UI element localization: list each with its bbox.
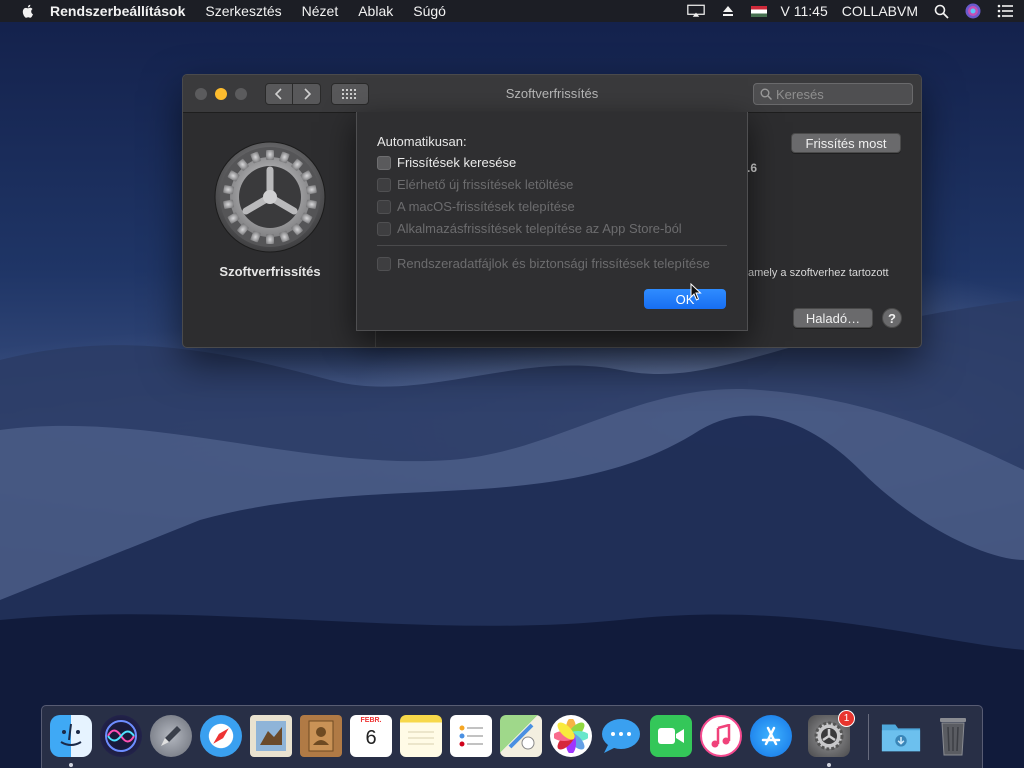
install-macos-updates-checkbox xyxy=(377,199,391,214)
menu-help[interactable]: Súgó xyxy=(413,3,446,19)
messages-icon[interactable] xyxy=(600,715,642,757)
notes-icon[interactable] xyxy=(400,715,442,757)
zoom-window-button[interactable] xyxy=(235,87,247,100)
facetime-icon[interactable] xyxy=(650,715,692,757)
option-label: Frissítések keresése xyxy=(397,155,517,170)
reminders-icon[interactable] xyxy=(450,715,492,757)
show-all-button[interactable] xyxy=(331,82,369,105)
mail-icon[interactable] xyxy=(250,715,292,757)
calendar-day: 6 xyxy=(365,727,377,749)
navigation-buttons xyxy=(265,82,321,105)
menu-window[interactable]: Ablak xyxy=(358,3,393,19)
chevron-right-icon xyxy=(303,87,311,100)
menu-clock[interactable]: V 11:45 xyxy=(781,3,828,19)
ok-button[interactable]: OK xyxy=(644,289,726,309)
eject-icon[interactable] xyxy=(719,3,737,19)
calendar-month: FEBR. xyxy=(360,717,382,724)
safari-icon[interactable] xyxy=(200,715,242,757)
info-text-fragment: amely a szoftverhez tartozott xyxy=(748,267,889,279)
menu-app-name[interactable]: Rendszerbeállítások xyxy=(50,3,185,19)
option-label: Elérhető új frissítések letöltése xyxy=(397,177,574,192)
menu-view[interactable]: Nézet xyxy=(302,3,339,19)
pane-sidebar: Szoftverfrissítés xyxy=(183,114,357,347)
sheet-separator xyxy=(377,245,727,246)
option-label: A macOS-frissítések telepítése xyxy=(397,199,575,214)
download-updates-checkbox xyxy=(377,177,391,192)
window-controls xyxy=(195,87,247,100)
app-store-icon[interactable] xyxy=(750,715,792,757)
back-button[interactable] xyxy=(265,82,293,105)
launchpad-icon[interactable] xyxy=(150,715,192,757)
forward-button[interactable] xyxy=(293,82,321,105)
finder-icon[interactable] xyxy=(50,715,92,757)
itunes-icon[interactable] xyxy=(700,715,742,757)
pane-title: Szoftverfrissítés xyxy=(219,264,321,279)
siri-icon[interactable] xyxy=(100,715,142,757)
install-macos-updates-option: A macOS-frissítések telepítése xyxy=(377,199,575,214)
check-for-updates-option[interactable]: Frissítések keresése xyxy=(377,155,516,170)
input-source-flag-icon[interactable] xyxy=(750,5,767,17)
check-for-updates-checkbox[interactable] xyxy=(377,155,391,170)
notification-center-icon[interactable] xyxy=(996,3,1014,19)
mouse-pointer-icon xyxy=(690,283,702,301)
menu-edit[interactable]: Szerkesztés xyxy=(205,3,281,19)
update-now-button[interactable]: Frissítés most xyxy=(791,133,901,153)
airplay-display-icon[interactable] xyxy=(686,3,705,19)
maps-icon[interactable] xyxy=(500,715,542,757)
system-preferences-icon[interactable]: 1 xyxy=(808,710,855,757)
calendar-icon[interactable]: FEBR. 6 xyxy=(350,715,392,757)
pane-divider xyxy=(375,330,376,347)
install-security-updates-checkbox xyxy=(377,256,391,271)
search-field[interactable] xyxy=(753,83,913,105)
running-indicator xyxy=(69,763,73,767)
downloads-folder-icon[interactable] xyxy=(880,715,922,757)
minimize-window-button[interactable] xyxy=(215,87,227,100)
advanced-button[interactable]: Haladó… xyxy=(793,308,873,328)
menu-bar: Rendszerbeállítások Szerkesztés Nézet Ab… xyxy=(0,0,1024,22)
install-app-updates-option: Alkalmazásfrissítések telepítése az App … xyxy=(377,221,682,236)
search-icon xyxy=(760,88,772,100)
contacts-icon[interactable] xyxy=(300,715,342,757)
version-text-fragment: .6 xyxy=(747,161,758,175)
running-indicator xyxy=(827,763,831,767)
grid-icon xyxy=(342,88,356,99)
install-app-updates-checkbox xyxy=(377,221,391,236)
dock-separator xyxy=(868,714,869,760)
dock: FEBR. 6 1 xyxy=(41,705,983,768)
option-label: Rendszeradatfájlok és biztonsági frissít… xyxy=(397,256,710,271)
help-button[interactable]: ? xyxy=(882,308,902,328)
download-updates-option: Elérhető új frissítések letöltése xyxy=(377,177,573,192)
menu-user[interactable]: COLLABVM xyxy=(842,3,918,19)
siri-menu-icon[interactable] xyxy=(964,3,982,19)
install-security-updates-option: Rendszeradatfájlok és biztonsági frissít… xyxy=(377,256,710,271)
sheet-heading: Automatikusan: xyxy=(377,134,467,149)
notification-badge: 1 xyxy=(838,710,855,727)
apple-menu-icon[interactable] xyxy=(20,3,36,19)
window-titlebar[interactable]: Szoftverfrissítés xyxy=(183,75,921,113)
menu-extras: V 11:45 COLLABVM xyxy=(686,3,1014,19)
chevron-left-icon xyxy=(275,87,282,100)
option-label: Alkalmazásfrissítések telepítése az App … xyxy=(397,221,682,236)
close-window-button[interactable] xyxy=(195,87,207,100)
software-update-gear-icon xyxy=(214,141,326,253)
spotlight-search-icon[interactable] xyxy=(932,3,950,19)
photos-icon[interactable] xyxy=(550,715,592,757)
search-input[interactable] xyxy=(776,86,906,102)
trash-icon[interactable] xyxy=(932,715,974,757)
